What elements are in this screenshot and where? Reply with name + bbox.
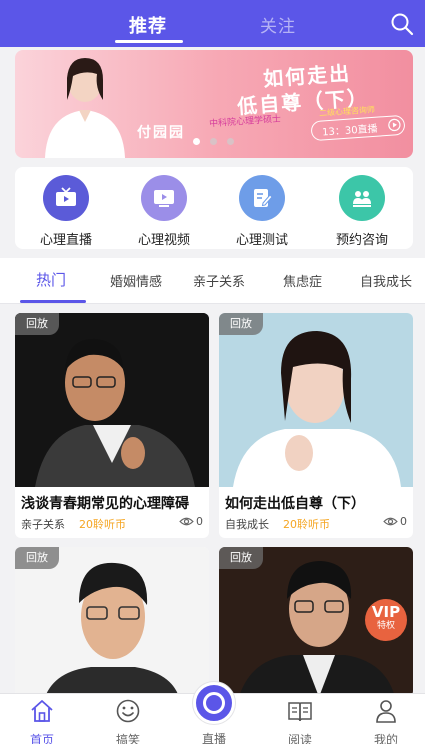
course-price: 20聆听币 xyxy=(283,518,330,531)
pagination-dot[interactable] xyxy=(193,138,200,145)
pagination-dot[interactable] xyxy=(227,138,234,145)
vip-sublabel: 特权 xyxy=(376,621,395,631)
nav-read[interactable]: 阅读 xyxy=(275,698,325,744)
category-live[interactable]: 心理直播 xyxy=(26,175,106,248)
search-icon[interactable] xyxy=(390,12,414,36)
tab-recommend-indicator xyxy=(115,40,183,43)
course-tag: 自我成长 xyxy=(225,518,269,531)
live-button[interactable] xyxy=(193,682,235,724)
tab-self-growth[interactable]: 自我成长 xyxy=(360,271,412,290)
banner-pagination xyxy=(193,138,234,145)
view-count-value: 0 xyxy=(196,515,203,528)
course-title: 如何走出低自尊（下） xyxy=(225,496,365,512)
live-icon xyxy=(203,692,225,714)
tab-parenting[interactable]: 亲子关系 xyxy=(193,271,245,290)
lecturer-photo xyxy=(15,313,209,487)
replay-badge: 回放 xyxy=(15,547,59,569)
view-count: 0 xyxy=(179,515,203,528)
course-card[interactable]: 回放 VIP 特权 xyxy=(219,547,413,697)
replay-badge: 回放 xyxy=(15,313,59,335)
category-consult[interactable]: 预约咨询 xyxy=(322,175,402,248)
banner-time-pill: 13：30直播 xyxy=(310,114,406,142)
vip-badge: VIP 特权 xyxy=(365,599,407,641)
book-icon xyxy=(288,702,312,722)
nav-funny[interactable]: 搞笑 xyxy=(103,698,153,744)
host-name: 付园园 xyxy=(137,125,185,141)
people-icon xyxy=(339,175,385,221)
tab-recommend[interactable]: 推荐 xyxy=(129,12,167,38)
tab-follow[interactable]: 关注 xyxy=(260,12,296,37)
category-grid: 心理直播 心理视频 心理测试 预约咨询 xyxy=(15,167,413,249)
course-thumbnail xyxy=(219,313,413,487)
course-card[interactable]: 回放 浅谈青春期常见的心理障碍 亲子关系 20聆听币 0 xyxy=(15,313,209,538)
user-icon xyxy=(376,700,396,723)
nav-label: 直播 xyxy=(201,732,226,744)
category-test[interactable]: 心理测试 xyxy=(222,175,302,248)
lecturer-photo xyxy=(15,547,209,697)
nav-live[interactable]: 直播 xyxy=(189,730,239,744)
promo-banner[interactable]: 付园园 如何走出 低自尊（下） 中科院心理学硕士 二级心理咨询师 13：30直播 xyxy=(15,50,413,158)
category-label: 心理视频 xyxy=(137,233,190,248)
tv-icon xyxy=(43,175,89,221)
host-portrait xyxy=(45,58,125,158)
category-label: 心理测试 xyxy=(235,233,288,248)
replay-badge: 回放 xyxy=(219,547,263,569)
top-header: 推荐 关注 xyxy=(0,0,425,47)
course-card[interactable]: 回放 xyxy=(15,547,209,697)
smile-icon xyxy=(116,699,140,723)
pagination-dot[interactable] xyxy=(210,138,217,145)
course-card[interactable]: 回放 如何走出低自尊（下） 自我成长 20聆听币 0 xyxy=(219,313,413,538)
view-count-value: 0 xyxy=(400,515,407,528)
home-icon xyxy=(31,700,53,722)
banner-host-credential: 中科院心理学硕士 xyxy=(208,114,282,130)
nav-label: 搞笑 xyxy=(115,733,140,744)
topic-tabs: 热门 婚姻情感 亲子关系 焦虑症 自我成长 xyxy=(0,258,425,304)
course-price: 20聆听币 xyxy=(79,518,126,531)
course-tag: 亲子关系 xyxy=(21,518,65,531)
view-count: 0 xyxy=(383,515,407,528)
course-title: 浅谈青春期常见的心理障碍 xyxy=(21,496,189,512)
eye-icon xyxy=(383,517,398,526)
play-icon xyxy=(388,118,401,132)
category-label: 心理直播 xyxy=(39,233,92,248)
nav-mine[interactable]: 我的 xyxy=(361,698,411,744)
banner-time: 13：30直播 xyxy=(321,123,378,139)
course-thumbnail xyxy=(15,547,209,697)
tab-hot[interactable]: 热门 xyxy=(36,269,66,290)
vip-label: VIP xyxy=(371,603,401,621)
nav-label: 阅读 xyxy=(287,733,312,744)
test-icon xyxy=(239,175,285,221)
nav-label: 我的 xyxy=(373,733,398,744)
lecturer-photo xyxy=(219,313,413,487)
video-icon xyxy=(141,175,187,221)
category-video[interactable]: 心理视频 xyxy=(124,175,204,248)
nav-home[interactable]: 首页 xyxy=(17,698,67,744)
nav-label: 首页 xyxy=(29,733,54,744)
category-label: 预约咨询 xyxy=(335,233,388,248)
replay-badge: 回放 xyxy=(219,313,263,335)
tab-anxiety[interactable]: 焦虑症 xyxy=(283,271,322,290)
course-thumbnail xyxy=(15,313,209,487)
active-tab-indicator xyxy=(20,300,86,303)
tab-marriage[interactable]: 婚姻情感 xyxy=(110,271,162,290)
eye-icon xyxy=(179,517,194,526)
